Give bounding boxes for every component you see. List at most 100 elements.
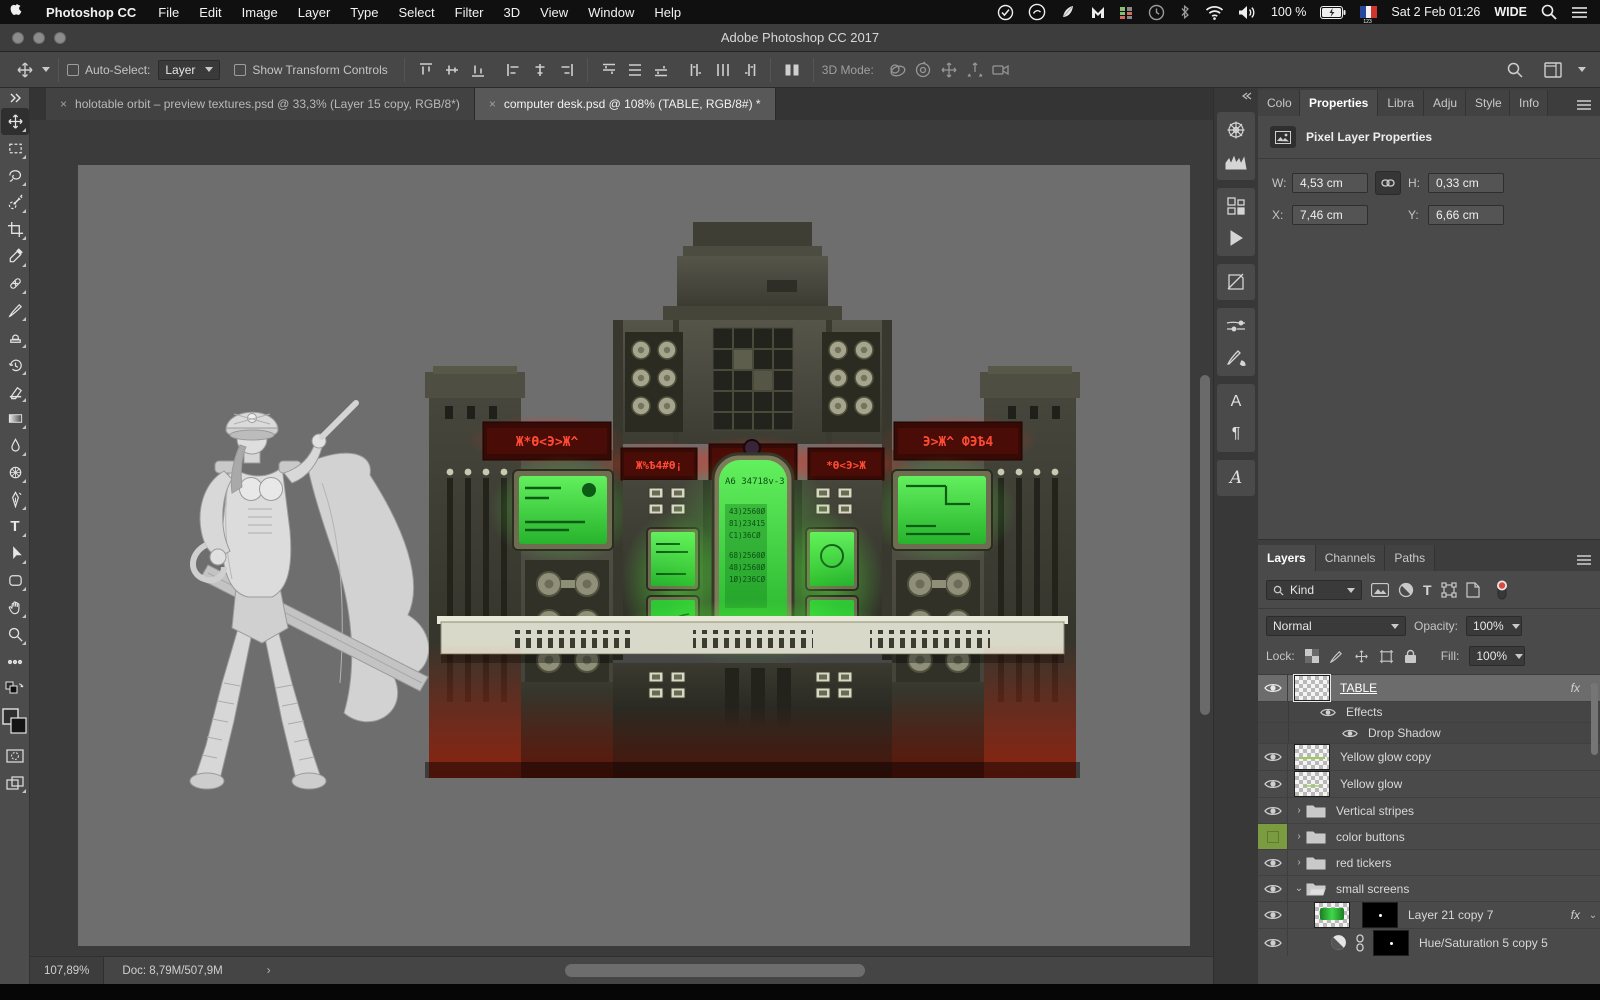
workspace-extra-label[interactable]: WIDE xyxy=(1494,0,1527,24)
expand-group-icon[interactable]: › xyxy=(1292,805,1306,816)
opacity-field[interactable]: 100% xyxy=(1466,616,1522,636)
menu-app-name[interactable]: Photoshop CC xyxy=(34,5,148,20)
y-field[interactable]: 6,66 cm xyxy=(1428,205,1504,225)
fx-badge[interactable]: fx xyxy=(1571,681,1580,695)
spot-healing-brush-tool[interactable] xyxy=(1,270,29,297)
show-transform-checkbox[interactable] xyxy=(234,64,246,76)
visibility-eye-icon[interactable] xyxy=(1258,850,1288,875)
time-machine-icon[interactable] xyxy=(1148,0,1165,24)
shape-tool[interactable] xyxy=(1,567,29,594)
visibility-eye-icon[interactable] xyxy=(1258,902,1288,928)
visibility-eye-icon[interactable] xyxy=(1258,929,1288,956)
distribute-spacing-icon[interactable] xyxy=(779,58,805,82)
auto-select-dropdown[interactable]: Layer xyxy=(158,60,220,80)
expand-group-icon[interactable]: › xyxy=(1292,857,1306,868)
lock-position-icon[interactable] xyxy=(1354,649,1369,664)
layer-row-color-buttons[interactable]: › color buttons xyxy=(1258,824,1600,850)
layer-row-red-tickers[interactable]: › red tickers xyxy=(1258,850,1600,876)
collapse-tools-icon[interactable] xyxy=(1,88,29,108)
visibility-eye-icon[interactable] xyxy=(1258,744,1288,770)
width-field[interactable]: 4,53 cm xyxy=(1292,173,1368,193)
kind-filter-dropdown[interactable]: Kind xyxy=(1266,580,1362,600)
close-tab-icon[interactable]: × xyxy=(60,97,67,111)
feather-app-icon[interactable] xyxy=(1060,0,1076,24)
layer-thumbnail[interactable] xyxy=(1294,675,1330,701)
input-language-flag-icon[interactable]: 123 xyxy=(1360,0,1377,24)
character-panel-icon[interactable]: A xyxy=(1217,386,1255,418)
volume-icon[interactable] xyxy=(1238,0,1257,24)
lock-transparency-icon[interactable] xyxy=(1305,649,1319,663)
filter-type-icon[interactable]: T xyxy=(1423,582,1432,598)
menu-type[interactable]: Type xyxy=(340,5,388,20)
link-dimensions-button[interactable] xyxy=(1375,171,1401,195)
layer-mask-thumbnail[interactable] xyxy=(1362,902,1398,928)
zoom-level-field[interactable]: 107,89% xyxy=(30,957,104,984)
3d-slide-icon[interactable] xyxy=(962,58,988,82)
visibility-eye-icon[interactable] xyxy=(1258,771,1288,797)
lock-all-icon[interactable] xyxy=(1404,649,1417,664)
timeline-panel-icon[interactable] xyxy=(1217,222,1255,254)
workspace-switcher-icon[interactable] xyxy=(1540,58,1566,82)
minimize-window-button[interactable] xyxy=(33,32,45,44)
layer-row-drop-shadow[interactable]: Drop Shadow xyxy=(1258,723,1600,744)
layer-name[interactable]: TABLE xyxy=(1340,681,1377,695)
histogram-panel-icon[interactable] xyxy=(1217,146,1255,178)
screen-mode-icon[interactable] xyxy=(1,769,29,796)
spotlight-icon[interactable] xyxy=(1541,0,1557,24)
tool-preset-chevron-icon[interactable] xyxy=(42,67,50,72)
dodge-tool[interactable] xyxy=(1,459,29,486)
blur-tool[interactable] xyxy=(1,432,29,459)
foreground-background-swatches[interactable] xyxy=(1,702,29,742)
tab-properties[interactable]: Properties xyxy=(1300,90,1378,116)
status-options-chevron-icon[interactable]: › xyxy=(267,965,271,977)
clone-stamp-tool[interactable] xyxy=(1,324,29,351)
eyedropper-tool[interactable] xyxy=(1,243,29,270)
visibility-eye-icon[interactable] xyxy=(1258,876,1288,901)
tab-layers[interactable]: Layers xyxy=(1258,545,1316,571)
type-tool[interactable]: T xyxy=(1,513,29,540)
creative-cloud-icon[interactable] xyxy=(1028,0,1046,24)
filter-smart-object-icon[interactable] xyxy=(1466,582,1480,598)
filter-shape-icon[interactable] xyxy=(1441,582,1457,598)
menu-help[interactable]: Help xyxy=(644,5,691,20)
menu-window[interactable]: Window xyxy=(578,5,644,20)
zoom-window-button[interactable] xyxy=(54,32,66,44)
notification-center-icon[interactable] xyxy=(1571,0,1588,24)
group-name[interactable]: color buttons xyxy=(1336,830,1405,844)
edit-toolbar-icon[interactable] xyxy=(1,648,29,675)
layer-mask-thumbnail[interactable] xyxy=(1373,930,1409,956)
layer-name[interactable]: Hue/Saturation 5 copy 5 xyxy=(1419,936,1548,950)
menu-image[interactable]: Image xyxy=(232,5,288,20)
distribute-top-edges-icon[interactable] xyxy=(596,58,622,82)
menu-layer[interactable]: Layer xyxy=(288,5,341,20)
adjustment-layer-icon[interactable] xyxy=(1330,934,1347,951)
distribute-vertical-centers-icon[interactable] xyxy=(622,58,648,82)
layer-thumbnail[interactable] xyxy=(1294,771,1330,797)
check-circle-icon[interactable] xyxy=(997,0,1014,24)
menu-view[interactable]: View xyxy=(530,5,578,20)
doc-tab-holotable[interactable]: × holotable orbit – preview textures.psd… xyxy=(46,88,475,120)
distribute-bottom-edges-icon[interactable] xyxy=(648,58,674,82)
align-bottom-edges-icon[interactable] xyxy=(465,58,491,82)
layer-row-yellow-glow[interactable]: Yellow glow xyxy=(1258,771,1600,798)
hand-tool[interactable] xyxy=(1,594,29,621)
filter-toggle-switch[interactable] xyxy=(1495,579,1509,601)
lock-artboard-icon[interactable] xyxy=(1379,649,1394,664)
brush-tool[interactable] xyxy=(1,297,29,324)
visibility-eye-icon[interactable] xyxy=(1258,675,1288,701)
zoom-tool[interactable] xyxy=(1,621,29,648)
navigator-panel-icon[interactable] xyxy=(1217,114,1255,146)
panel-menu-icon[interactable] xyxy=(1576,555,1592,565)
blend-mode-dropdown[interactable]: Normal xyxy=(1266,616,1406,636)
collapse-group-icon[interactable]: ⌄ xyxy=(1292,883,1306,894)
eraser-tool[interactable] xyxy=(1,378,29,405)
lasso-tool[interactable] xyxy=(1,162,29,189)
layers-scrollbar[interactable] xyxy=(1591,683,1598,755)
3d-orbit-icon[interactable] xyxy=(884,58,910,82)
visibility-eye-icon[interactable] xyxy=(1342,728,1358,739)
tab-info[interactable]: Info xyxy=(1510,90,1548,116)
effect-name[interactable]: Drop Shadow xyxy=(1368,726,1441,740)
brush-settings-panel-icon[interactable] xyxy=(1217,310,1255,342)
pen-tool[interactable] xyxy=(1,486,29,513)
visibility-eye-icon[interactable] xyxy=(1258,798,1288,823)
